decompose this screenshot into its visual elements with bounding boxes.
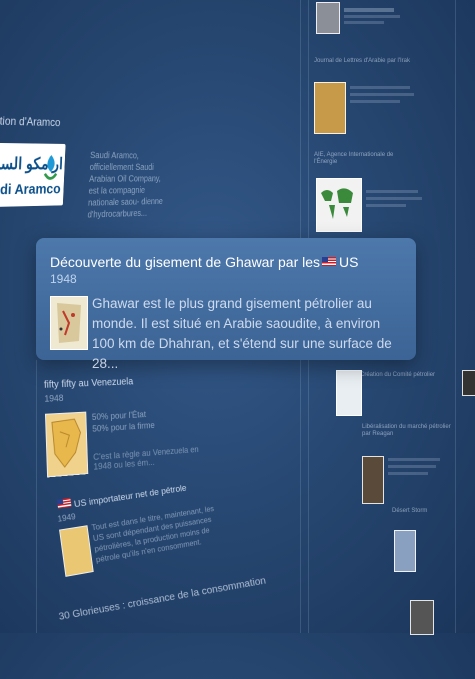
- event-title[interactable]: Désert Storm: [392, 508, 452, 515]
- event-text: [366, 190, 426, 207]
- event-text: [344, 8, 404, 24]
- us-flag-icon: [56, 497, 72, 509]
- event-year: 1949: [56, 511, 77, 524]
- event-thumbnail[interactable]: [462, 370, 475, 396]
- event-text: [388, 458, 448, 475]
- event-thumbnail[interactable]: [394, 530, 416, 572]
- event-title[interactable]: AIE, Agence Internationale de l'Énergie: [314, 152, 414, 166]
- venezuela-map-thumbnail[interactable]: [44, 411, 89, 478]
- popup-title: Découverte du gisement de Ghawar par les…: [50, 254, 359, 270]
- event-year: 1948: [44, 393, 64, 404]
- event-description: Saudi Aramco, officiellement Saudi Arabi…: [87, 150, 163, 221]
- popup-description: Ghawar est le plus grand gisement pétrol…: [92, 296, 392, 371]
- event-description: C'est la règle au Venezuela en 1948 ou l…: [93, 444, 199, 472]
- event-description: Tout est dans le titre, maintenant, les …: [90, 503, 215, 565]
- event-title[interactable]: Libéralisation du marché pétrolier par R…: [362, 424, 452, 438]
- event-thumbnail[interactable]: [336, 370, 362, 416]
- event-detail-popup[interactable]: Découverte du gisement de Ghawar par les…: [36, 238, 416, 371]
- event-thumbnail[interactable]: [59, 525, 94, 577]
- event-title: dation d'Aramco: [0, 113, 61, 129]
- event-thumbnail[interactable]: [314, 82, 346, 134]
- column-divider: [455, 0, 456, 633]
- event-thumbnail[interactable]: [316, 2, 340, 34]
- event-title[interactable]: Journal de Lettres d'Arabie par l'Irak: [314, 58, 414, 65]
- world-map-thumbnail[interactable]: [316, 178, 362, 232]
- portrait-thumbnail[interactable]: [362, 456, 384, 504]
- us-flag-icon: [322, 257, 337, 266]
- event-description: 50% pour l'État 50% pour la firme: [91, 409, 155, 434]
- aramco-logo: ارامكو السعو audi Aramco: [0, 142, 66, 208]
- event-thumbnail[interactable]: [410, 600, 434, 635]
- aramco-mark-icon: [39, 154, 62, 185]
- timeline-stage: Journal de Lettres d'Arabie par l'Irak A…: [0, 0, 475, 635]
- event-text: [350, 86, 420, 103]
- event-title: fifty fifty au Venezuela: [43, 376, 134, 391]
- popup-year: 1948: [50, 272, 77, 286]
- ghawar-map-thumbnail[interactable]: [50, 296, 88, 350]
